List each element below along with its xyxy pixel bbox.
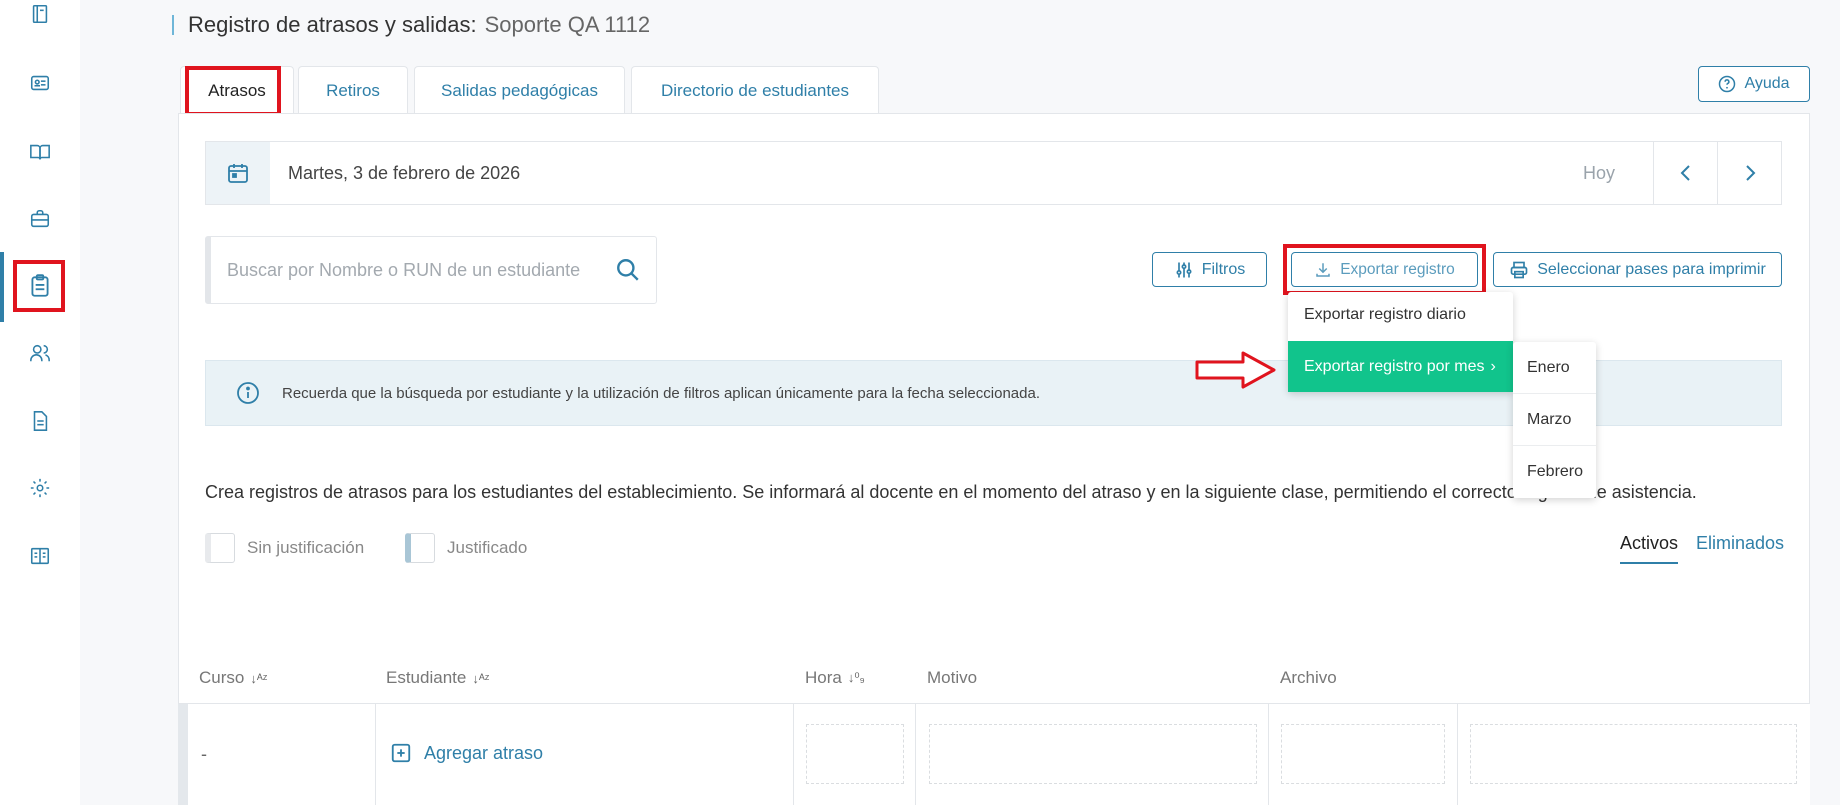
time-placeholder	[806, 724, 904, 784]
legend-swatch-unjustified	[205, 533, 235, 563]
column-header-course-label: Curso	[199, 668, 245, 687]
document-icon[interactable]	[15, 397, 65, 445]
month-option-febrero[interactable]: Febrero	[1513, 446, 1596, 498]
months-submenu: Enero Marzo Febrero	[1513, 342, 1596, 498]
title-accent-bar	[172, 15, 174, 35]
export-daily-option[interactable]: Exportar registro diario	[1288, 298, 1513, 332]
course-cell: -	[201, 744, 207, 764]
search-input[interactable]	[227, 259, 600, 281]
tab-retiros[interactable]: Retiros	[298, 66, 408, 114]
page-subtitle-text: Soporte QA 1112	[484, 12, 651, 37]
calendar-icon[interactable]	[206, 142, 270, 204]
actions-placeholder	[1470, 724, 1797, 784]
column-divider	[1268, 703, 1269, 805]
info-icon	[237, 382, 259, 404]
help-button[interactable]: Ayuda	[1698, 66, 1810, 102]
column-divider	[915, 703, 916, 805]
column-header-file-label: Archivo	[1280, 668, 1337, 687]
search-icon[interactable]	[600, 257, 656, 283]
row-status-bar	[178, 704, 188, 805]
sort-icon: ↓⁰₉	[847, 670, 865, 685]
legend-label-justified: Justificado	[447, 538, 528, 557]
question-icon	[1719, 75, 1736, 93]
page-title-text: Registro de atrasos y salidas:	[188, 12, 477, 37]
column-header-reason: Motivo	[927, 668, 977, 688]
legend-swatch-justified	[405, 533, 435, 563]
sort-icon: ↓ᴬᶻ	[250, 670, 268, 686]
column-header-student[interactable]: Estudiante ↓ᴬᶻ	[386, 668, 489, 688]
gear-icon[interactable]	[15, 464, 65, 512]
tab-directorio-estudiantes[interactable]: Directorio de estudiantes	[631, 66, 879, 114]
chevron-right-icon: ›	[1490, 357, 1496, 375]
description-text: Crea registros de atrasos para los estud…	[205, 482, 1697, 502]
print-passes-label: Seleccionar pases para imprimir	[1537, 260, 1766, 278]
date-selector: Martes, 3 de febrero de 2026 Hoy	[205, 141, 1782, 205]
previous-day-button[interactable]	[1653, 142, 1717, 204]
reason-placeholder	[929, 724, 1257, 784]
add-delay-button[interactable]: Agregar atraso	[390, 742, 543, 764]
briefcase-icon[interactable]	[15, 195, 65, 243]
export-monthly-label: Exportar registro por mes	[1304, 357, 1485, 375]
column-header-course[interactable]: Curso ↓ᴬᶻ	[199, 668, 267, 688]
legend-label-unjustified: Sin justificación	[247, 538, 365, 557]
tab-salidas-pedagogicas[interactable]: Salidas pedagógicas	[414, 66, 625, 114]
annotation-highlight-tab	[185, 66, 281, 116]
month-option-marzo[interactable]: Marzo	[1513, 394, 1596, 446]
chevron-left-icon	[1680, 165, 1690, 181]
sliders-icon	[1176, 262, 1192, 277]
sort-icon: ↓ᴬᶻ	[472, 670, 490, 686]
id-card-icon[interactable]	[15, 59, 65, 107]
column-divider	[793, 703, 794, 805]
tab-eliminados[interactable]: Eliminados	[1696, 533, 1784, 554]
printer-icon	[1510, 261, 1528, 278]
book-open-icon[interactable]	[15, 128, 65, 176]
column-divider	[1457, 703, 1458, 805]
notebook-icon[interactable]	[15, 0, 65, 38]
print-passes-button[interactable]: Seleccionar pases para imprimir	[1493, 252, 1782, 287]
next-day-button[interactable]	[1717, 142, 1781, 204]
page-title: Registro de atrasos y salidas: Soporte Q…	[172, 10, 650, 40]
help-label: Ayuda	[1744, 75, 1790, 92]
export-monthly-option[interactable]: Exportar registro por mes ›	[1288, 341, 1513, 392]
filters-button[interactable]: Filtros	[1152, 252, 1267, 287]
filters-label: Filtros	[1201, 260, 1246, 278]
column-header-file: Archivo	[1280, 668, 1337, 688]
student-search	[205, 236, 657, 304]
plus-square-icon	[391, 743, 411, 763]
active-indicator	[0, 252, 4, 322]
month-option-enero[interactable]: Enero	[1513, 342, 1596, 394]
column-header-reason-label: Motivo	[927, 668, 978, 687]
column-header-student-label: Estudiante	[386, 668, 467, 687]
users-icon[interactable]	[15, 329, 65, 377]
legend-unjustified: Sin justificación	[205, 533, 364, 563]
info-text: Recuerda que la búsqueda por estudiante …	[282, 384, 1040, 402]
book-icon[interactable]	[15, 532, 65, 580]
add-delay-label: Agregar atraso	[424, 742, 544, 763]
column-divider	[375, 703, 376, 805]
chevron-right-icon	[1745, 165, 1755, 181]
sidebar	[0, 0, 80, 805]
legend-justified: Justificado	[405, 533, 527, 563]
file-placeholder	[1281, 724, 1445, 784]
column-header-time[interactable]: Hora ↓⁰₉	[805, 668, 865, 688]
annotation-highlight-export	[1283, 244, 1486, 295]
selected-date[interactable]: Martes, 3 de febrero de 2026	[288, 163, 1583, 184]
annotation-highlight-sidebar	[13, 260, 65, 312]
column-header-time-label: Hora	[805, 668, 842, 687]
tab-activos[interactable]: Activos	[1620, 533, 1679, 564]
annotation-arrow-icon	[1195, 351, 1276, 389]
today-button[interactable]: Hoy	[1583, 163, 1653, 184]
